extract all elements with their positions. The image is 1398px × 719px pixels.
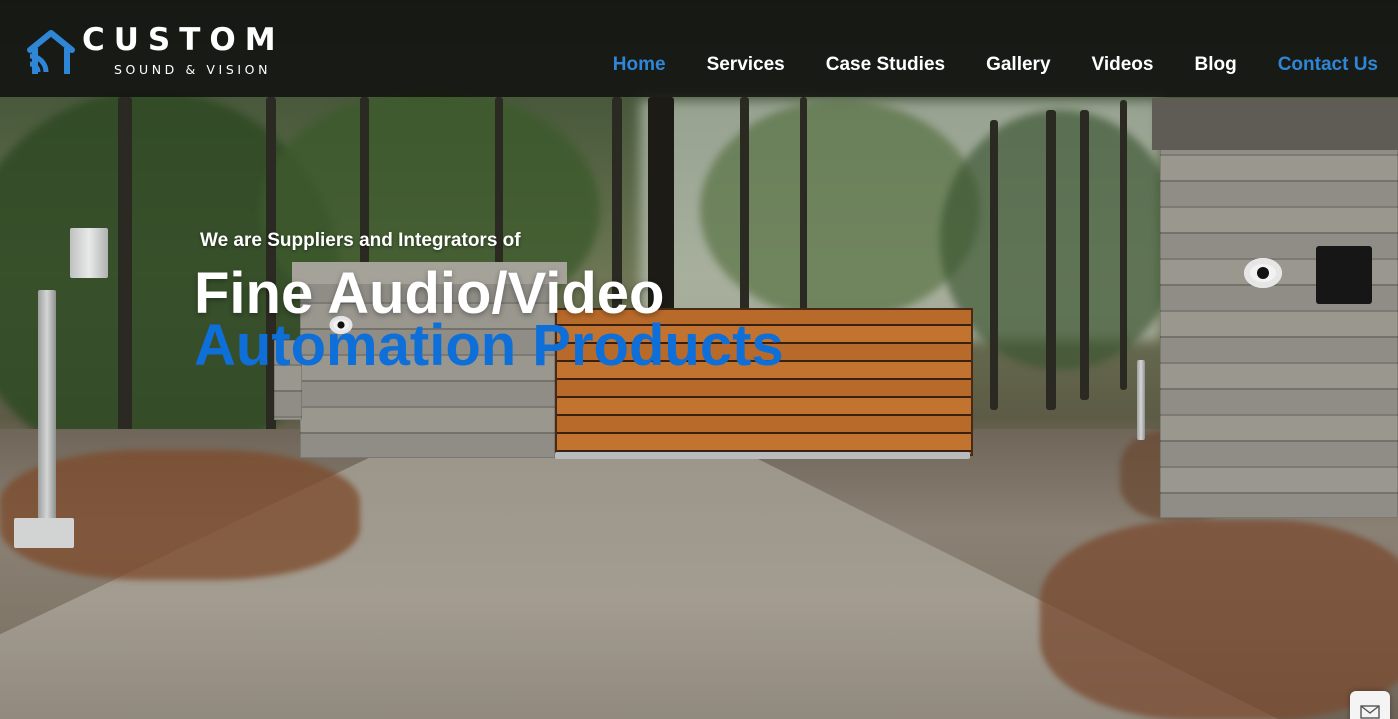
brand-logo[interactable]: CUSTOM SOUND & VISION [26,22,336,80]
nav-item-home[interactable]: Home [613,54,666,76]
envelope-icon [1360,705,1380,719]
nav-item-services[interactable]: Services [707,54,785,76]
chat-widget-button[interactable] [1350,691,1390,719]
house-wifi-icon [27,30,75,74]
nav-item-gallery[interactable]: Gallery [986,54,1050,76]
nav-item-videos[interactable]: Videos [1092,54,1154,76]
page: CUSTOM SOUND & VISION Home Services Case… [0,0,1398,719]
nav-item-contact-us[interactable]: Contact Us [1278,54,1378,76]
main-navigation: Home Services Case Studies Gallery Video… [572,54,1378,76]
nav-item-case-studies[interactable]: Case Studies [826,54,945,76]
nav-item-blog[interactable]: Blog [1194,54,1236,76]
site-header: CUSTOM SOUND & VISION Home Services Case… [0,0,1398,97]
hero-headline-highlight: Automation Products [194,313,784,378]
brand-tagline: SOUND & VISION [114,62,272,77]
hero-eyebrow: We are Suppliers and Integrators of [200,230,521,251]
brand-name: CUSTOM [82,22,285,58]
